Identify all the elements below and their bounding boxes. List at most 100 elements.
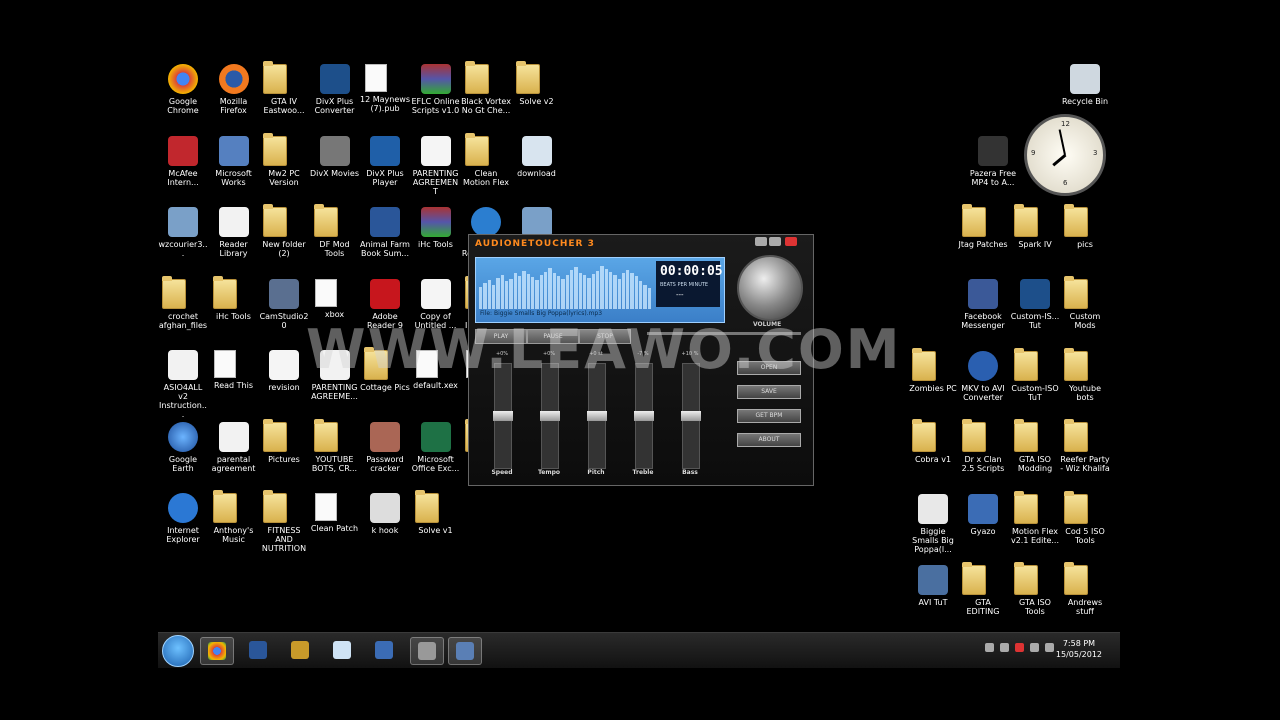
desktop-icon[interactable]: Solve v2	[512, 61, 562, 106]
desktop-icon[interactable]: Internet Explorer	[158, 493, 208, 544]
desktop-icon[interactable]: Microsoft Works	[209, 135, 259, 187]
spectrum-bar	[565, 275, 569, 309]
desktop-icon[interactable]: GTA ISO Tools	[1010, 562, 1060, 616]
desktop-icon-label: DivX Plus Player	[366, 168, 404, 187]
desktop-icon[interactable]: Spark IV	[1010, 204, 1060, 249]
desktop-icon[interactable]: iHc Tools	[209, 275, 259, 321]
taskbar-gyazo[interactable]	[368, 637, 400, 663]
folder-icon	[212, 275, 237, 309]
show-hidden-icon[interactable]	[985, 643, 994, 652]
desktop-icon[interactable]: Cod 5 ISO Tools	[1060, 491, 1110, 545]
desktop-icon[interactable]: Custom-IS... Tut	[1010, 279, 1060, 330]
network-icon[interactable]	[1000, 643, 1009, 652]
desktop-icon[interactable]: Solve v1	[411, 490, 461, 535]
desktop-icon[interactable]: Black Vortex No Gt Che...	[461, 61, 511, 115]
desktop-icon[interactable]: Biggie Smalls Big Poppa(l...	[908, 494, 958, 554]
desktop-icon[interactable]: FITNESS AND NUTRITION	[259, 490, 309, 553]
close-button[interactable]	[785, 237, 797, 246]
desktop-icon[interactable]: Clean Patch	[310, 493, 360, 533]
desktop-icon[interactable]: Google Chrome	[158, 64, 208, 115]
volume-knob[interactable]	[737, 255, 803, 321]
flag-icon[interactable]	[1030, 643, 1039, 652]
desktop-icon[interactable]: Facebook Messenger	[958, 279, 1008, 330]
desktop-icon[interactable]: Google Earth	[158, 421, 208, 473]
desktop-icon[interactable]: AVI TuT	[908, 565, 958, 607]
minimize-button[interactable]	[755, 237, 767, 246]
desktop-icon[interactable]: Dr x Clan 2.5 Scripts	[958, 419, 1008, 473]
desktop-icon[interactable]: Reader Library	[209, 207, 259, 258]
slider-thumb[interactable]	[493, 411, 513, 421]
desktop-icon[interactable]: Custom-ISO TuT	[1010, 348, 1060, 402]
desktop-icon[interactable]: CamStudio20	[259, 278, 309, 330]
desktop-icon[interactable]: Pictures	[259, 418, 309, 464]
desktop-icon[interactable]: EFLC Online Scripts v1.0	[411, 64, 461, 115]
desktop-icon[interactable]: Password cracker	[360, 421, 410, 473]
desktop-icon[interactable]: Youtube bots	[1060, 348, 1110, 402]
desktop-icon[interactable]: Clean Motion Flex	[461, 132, 511, 187]
desktop-icon[interactable]: Gyazo	[958, 494, 1008, 536]
desktop-icon[interactable]: pics	[1060, 204, 1110, 249]
desktop-icon[interactable]: Jtag Patches	[958, 204, 1008, 249]
desktop-icon[interactable]: iHc Tools	[411, 207, 461, 249]
desktop-icon[interactable]: New folder (2)	[259, 204, 309, 258]
desktop-icon[interactable]: Anthony's Music	[209, 490, 259, 544]
desktop-icon[interactable]: ASIO4ALL v2 Instruction...	[158, 350, 208, 419]
desktop-icon[interactable]: Motion Flex v2.1 Edite...	[1010, 491, 1060, 545]
desktop-icon[interactable]: download	[512, 135, 562, 178]
desktop-icon[interactable]: McAfee Intern...	[158, 135, 208, 187]
security-icon[interactable]	[1015, 643, 1024, 652]
desktop-icon[interactable]: Mozilla Firefox	[209, 64, 259, 115]
save-button[interactable]: SAVE	[737, 385, 801, 399]
taskbar-chrome[interactable]	[200, 637, 234, 665]
start-button[interactable]	[162, 635, 194, 667]
desktop-icon[interactable]: Reefer Party - Wiz Khalifa	[1060, 419, 1110, 473]
taskbar-window[interactable]	[410, 637, 444, 665]
desktop-icon[interactable]: revision	[259, 350, 309, 392]
desktop-icon[interactable]: Custom Mods	[1060, 276, 1110, 330]
taskbar-word[interactable]	[242, 637, 274, 663]
desktop-icon[interactable]: DivX Plus Player	[360, 135, 410, 187]
desktop-icon[interactable]: GTA ISO Modding	[1010, 419, 1060, 473]
slider-thumb[interactable]	[634, 411, 654, 421]
desktop-icon[interactable]: Cobra v1	[908, 419, 958, 464]
desktop-icon[interactable]: DF Mod Tools	[310, 204, 360, 258]
desktop-icon[interactable]: crochet afghan_files	[158, 275, 208, 330]
desktop-icon[interactable]: Andrews stuff	[1060, 562, 1110, 616]
speaker-icon[interactable]	[1045, 643, 1054, 652]
get-bpm-button[interactable]: GET BPM	[737, 409, 801, 423]
desktop-icon[interactable]: wzcourier3...	[158, 207, 208, 258]
slider-thumb[interactable]	[540, 411, 560, 421]
desktop-icon[interactable]: 12 Maynews (7).pub	[360, 64, 410, 113]
slider-thumb[interactable]	[681, 411, 701, 421]
desktop-icon[interactable]: GTA EDITING	[958, 562, 1008, 616]
slider-thumb[interactable]	[587, 411, 607, 421]
desktop-icon[interactable]: DivX Plus Converter	[310, 64, 360, 115]
taskbar-notepad[interactable]	[326, 637, 358, 663]
taskbar-app[interactable]	[284, 637, 316, 663]
desktop-icon[interactable]: PARENTING AGREEMENT	[411, 135, 461, 196]
desktop-icon-label: parental agreement	[211, 454, 256, 473]
help-button[interactable]	[769, 237, 781, 246]
desktop-icon[interactable]: parental agreement	[209, 421, 259, 473]
folder-icon	[912, 419, 936, 452]
desktop-icon[interactable]: DivX Movies	[310, 135, 360, 178]
desktop-icon[interactable]: Microsoft Office Exc...	[411, 421, 461, 473]
folder-icon	[1014, 491, 1038, 524]
analog-clock-gadget[interactable]: 12 3 6 9	[1024, 114, 1106, 196]
desktop-icon[interactable]: YOUTUBE BOTS, CR...	[310, 418, 360, 473]
desktop-icon[interactable]: MKV to AVI Converter	[958, 351, 1008, 402]
desktop-icon[interactable]: xbox	[310, 278, 360, 319]
taskbar-clock[interactable]: 7:58 PM 15/05/2012	[1056, 638, 1102, 660]
desktop-icon[interactable]: Zombies PC	[908, 348, 958, 393]
desktop-icon[interactable]: Read This	[209, 350, 259, 390]
desktop-icon[interactable]: GTA IV Eastwoo...	[259, 61, 309, 115]
desktop-icon[interactable]: Mw2 PC Version	[259, 132, 309, 187]
desktop-icon[interactable]: Recycle Bin	[1060, 64, 1110, 106]
desktop-icon[interactable]: Animal Farm Book Sum...	[360, 207, 410, 258]
desktop-icon[interactable]: k hook	[360, 493, 410, 535]
desktop-icon-label: 12 Maynews (7).pub	[360, 95, 410, 113]
taskbar-audionetoucher[interactable]	[448, 637, 482, 665]
about-button[interactable]: ABOUT	[737, 433, 801, 447]
desktop-icon[interactable]: Pazera Free MP4 to A...	[968, 136, 1018, 187]
taskbar: 7:58 PM 15/05/2012	[158, 632, 1120, 668]
